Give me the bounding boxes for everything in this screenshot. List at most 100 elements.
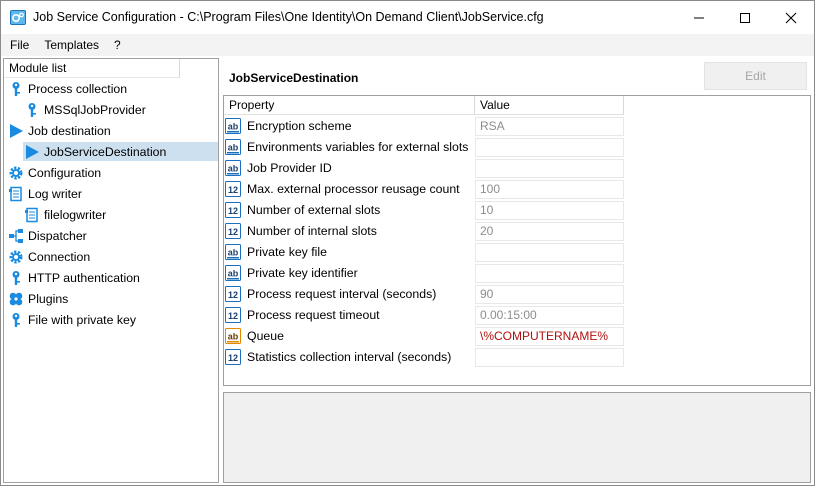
log-icon	[7, 185, 25, 203]
key-icon	[7, 311, 25, 329]
menu-templates[interactable]: Templates	[44, 38, 99, 52]
property-grid: Property Value ab Encryption scheme RSA ab E…	[223, 95, 811, 386]
property-name: Job Provider ID	[247, 161, 332, 175]
app-gear-icon	[10, 10, 26, 25]
maximize-icon	[739, 12, 751, 24]
tree-item-dispatcher[interactable]: Dispatcher	[7, 226, 87, 245]
title-bar[interactable]: Job Service Configuration - C:\Program F…	[1, 1, 814, 34]
svg-text:12: 12	[228, 206, 238, 216]
property-name: Statistics collection interval (seconds)	[247, 350, 452, 364]
tree-item-process-collection[interactable]: Process collection	[7, 79, 127, 98]
tree-item-label: Job destination	[28, 123, 111, 138]
text-type-icon: ab	[225, 328, 241, 344]
window-title: Job Service Configuration - C:\Program F…	[33, 10, 544, 24]
text-type-icon: ab	[225, 118, 241, 134]
property-row[interactable]: 12 Process request timeout 0.00:15:00	[224, 305, 624, 326]
main-window: Job Service Configuration - C:\Program F…	[0, 0, 815, 486]
gear-icon	[7, 164, 25, 182]
tree-item-label: Dispatcher	[28, 228, 87, 243]
property-value[interactable]: 90	[475, 285, 624, 304]
text-type-icon: ab	[225, 244, 241, 260]
key-icon	[7, 269, 25, 287]
tree-item-label: File with private key	[28, 312, 136, 327]
menu-file[interactable]: File	[10, 38, 29, 52]
property-value[interactable]: 0.00:15:00	[475, 306, 624, 325]
svg-text:ab: ab	[228, 269, 239, 279]
column-header-property[interactable]: Property	[224, 96, 475, 115]
property-name: Private key file	[247, 245, 327, 259]
tree-item-job-destination[interactable]: Job destination	[7, 121, 111, 140]
column-header-value[interactable]: Value	[475, 96, 624, 115]
detail-title: JobServiceDestination	[229, 71, 359, 85]
numeric-type-icon: 12	[225, 181, 241, 197]
play-arrow-icon	[7, 122, 25, 140]
minimize-button[interactable]	[676, 1, 722, 34]
maximize-button[interactable]	[722, 1, 768, 34]
property-row[interactable]: 12 Number of external slots 10	[224, 200, 624, 221]
play-arrow-icon	[23, 143, 41, 161]
minimize-icon	[693, 12, 705, 24]
tree-item-label: MSSqlJobProvider	[44, 102, 146, 117]
property-value[interactable]	[475, 243, 624, 262]
property-row[interactable]: ab Queue \%COMPUTERNAME%	[224, 326, 624, 347]
property-value[interactable]: RSA	[475, 117, 624, 136]
property-value[interactable]	[475, 159, 624, 178]
numeric-type-icon: 12	[225, 202, 241, 218]
property-name: Process request timeout	[247, 308, 380, 322]
tree-item-jobservicedestination[interactable]: JobServiceDestination	[23, 142, 218, 161]
close-button[interactable]	[768, 1, 814, 34]
text-type-icon: ab	[225, 139, 241, 155]
tree-item-label: Plugins	[28, 291, 69, 306]
property-value[interactable]	[475, 264, 624, 283]
edit-button[interactable]: Edit	[704, 62, 807, 90]
property-row[interactable]: ab Private key identifier	[224, 263, 624, 284]
property-name: Number of external slots	[247, 203, 381, 217]
tree-item-mssqljobprovider[interactable]: MSSqlJobProvider	[23, 100, 146, 119]
property-value[interactable]	[475, 348, 624, 367]
tree-item-file-with-private-key[interactable]: File with private key	[7, 310, 136, 329]
close-icon	[785, 12, 797, 24]
numeric-type-icon: 12	[225, 223, 241, 239]
property-name: Environments variables for external slot…	[247, 140, 469, 154]
tree-item-connection[interactable]: Connection	[7, 247, 90, 266]
key-icon	[7, 80, 25, 98]
property-name: Encryption scheme	[247, 119, 352, 133]
svg-text:12: 12	[228, 311, 238, 321]
numeric-type-icon: 12	[225, 286, 241, 302]
tree-item-http-authentication[interactable]: HTTP authentication	[7, 268, 140, 287]
property-name: Max. external processor reusage count	[247, 182, 460, 196]
property-value[interactable]	[475, 138, 624, 157]
svg-text:ab: ab	[228, 332, 239, 342]
property-value[interactable]: 10	[475, 201, 624, 220]
property-row[interactable]: 12 Max. external processor reusage count 1…	[224, 179, 624, 200]
svg-text:ab: ab	[228, 143, 239, 153]
svg-text:12: 12	[228, 227, 238, 237]
menu-bar: File Templates ?	[1, 34, 814, 56]
property-row[interactable]: 12 Statistics collection interval (second…	[224, 347, 624, 368]
tree-item-label: filelogwriter	[44, 207, 107, 222]
property-row[interactable]: 12 Number of internal slots 20	[224, 221, 624, 242]
property-value[interactable]: 100	[475, 180, 624, 199]
property-value[interactable]: 20	[475, 222, 624, 241]
numeric-type-icon: 12	[225, 307, 241, 323]
tree-item-log-writer[interactable]: Log writer	[7, 184, 82, 203]
key-icon	[23, 101, 41, 119]
property-value[interactable]: \%COMPUTERNAME%	[475, 327, 624, 346]
module-list-panel: Module list Process collection MSSqlJobP…	[3, 58, 219, 483]
property-row[interactable]: ab Environments variables for external sl…	[224, 137, 624, 158]
svg-text:12: 12	[228, 185, 238, 195]
tree-item-label: JobServiceDestination	[41, 143, 170, 160]
menu-help[interactable]: ?	[114, 38, 121, 52]
tree-item-label: Process collection	[28, 81, 128, 96]
property-row[interactable]: ab Job Provider ID	[224, 158, 624, 179]
text-type-icon: ab	[225, 265, 241, 281]
property-row[interactable]: ab Private key file	[224, 242, 624, 263]
property-name: Queue	[247, 329, 284, 343]
tree-item-label: Log writer	[28, 186, 82, 201]
tree-item-filelogwriter[interactable]: filelogwriter	[23, 205, 106, 224]
tree-item-plugins[interactable]: Plugins	[7, 289, 68, 308]
tree-item-label: Connection	[28, 249, 91, 264]
property-row[interactable]: 12 Process request interval (seconds) 90	[224, 284, 624, 305]
tree-item-configuration[interactable]: Configuration	[7, 163, 101, 182]
property-row[interactable]: ab Encryption scheme RSA	[224, 116, 624, 137]
